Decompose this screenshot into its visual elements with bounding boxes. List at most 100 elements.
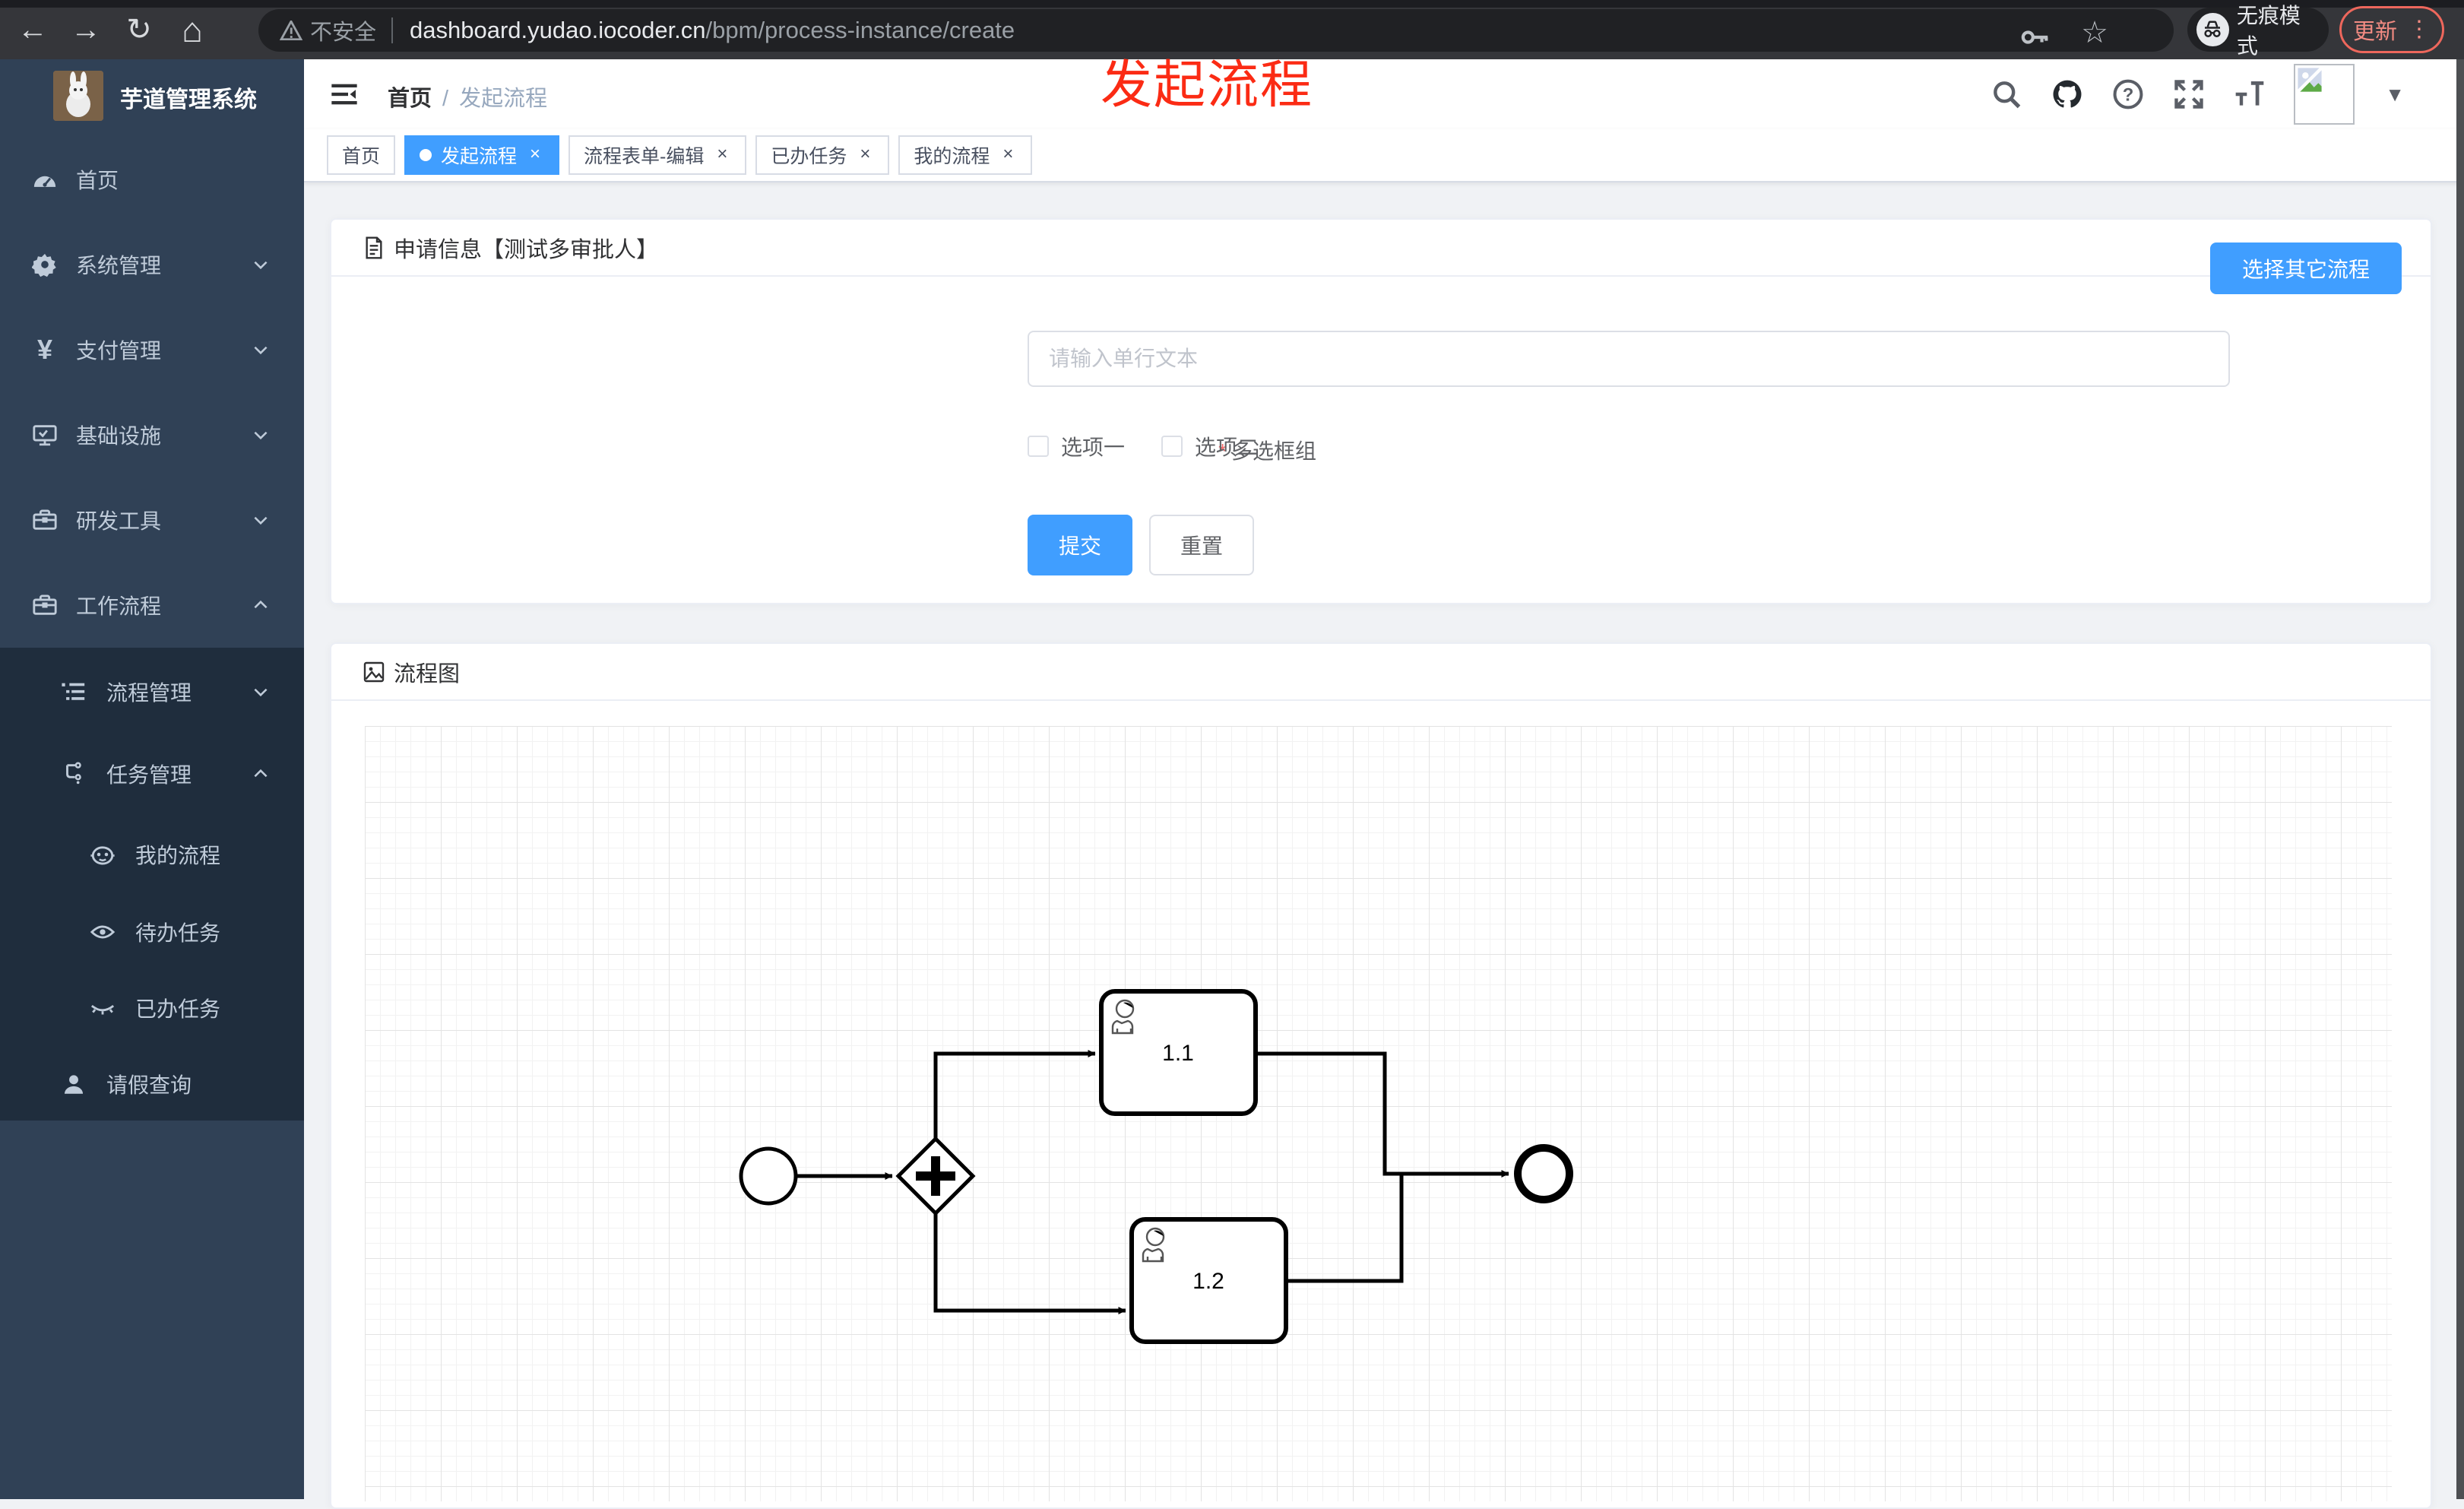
sidebar-item-task-mgmt[interactable]: 任务管理	[0, 733, 304, 815]
page-scrollbar[interactable]	[2456, 59, 2464, 1499]
checkbox-icon	[1161, 436, 1183, 457]
sidebar-item-label: 待办任务	[135, 921, 221, 945]
tag-label: 流程表单-编辑	[584, 146, 705, 167]
chrome-update-button[interactable]: 更新 ⋮	[2339, 6, 2444, 53]
breadcrumb: 首页 / 发起流程	[388, 81, 547, 113]
process-diagram-header: 流程图	[331, 644, 2431, 701]
tags-view-bar: 首页 发起流程 × 流程表单-编辑 × 已办任务 × 我的流程 ×	[304, 129, 2464, 182]
browser-back-icon[interactable]: ←	[14, 11, 52, 49]
sidebar-item-label: 研发工具	[76, 509, 162, 533]
bookmark-star-icon[interactable]: ☆	[2081, 15, 2108, 50]
update-label: 更新	[2352, 20, 2397, 44]
sidebar-item-workflow[interactable]: 工作流程	[0, 563, 304, 648]
submit-button[interactable]: 提交	[1028, 515, 1132, 575]
eye-icon	[90, 925, 116, 939]
browser-reload-icon[interactable]: ↻	[120, 11, 158, 49]
checkbox-option-2[interactable]: 选项二	[1161, 431, 1259, 461]
sidebar-item-label: 流程管理	[106, 681, 192, 705]
bpmn-flow	[933, 1050, 1096, 1139]
gear-icon	[32, 253, 56, 277]
dashboard-icon	[33, 176, 56, 187]
image-icon	[363, 661, 385, 682]
tag-start-process[interactable]: 发起流程 ×	[404, 135, 560, 175]
close-icon[interactable]: ×	[713, 145, 731, 164]
incognito-icon	[2196, 13, 2229, 46]
sidebar-item-system[interactable]: 系统管理	[0, 222, 304, 307]
sidebar-item-leave-query[interactable]: 请假查询	[0, 1046, 304, 1122]
bpmn-canvas[interactable]: 1.1 1.2	[365, 726, 2392, 1501]
close-icon[interactable]: ×	[526, 145, 544, 164]
chevron-down-icon	[254, 346, 268, 355]
close-icon[interactable]: ×	[999, 145, 1017, 164]
chevron-up-icon	[254, 600, 268, 609]
close-icon[interactable]: ×	[856, 145, 874, 164]
sidebar-item-label: 工作流程	[76, 594, 162, 618]
breadcrumb-current: 发起流程	[459, 87, 548, 111]
breadcrumb-separator: /	[442, 87, 449, 111]
tag-process-form-edit[interactable]: 流程表单-编辑 ×	[568, 135, 747, 175]
annotation-text: 发起流程	[1101, 56, 1314, 114]
apply-info-card: 申请信息【测试多审批人】 选择其它流程 *单行文本 *多选框组 选项一 选项二 …	[330, 218, 2432, 604]
sidebar-item-home[interactable]: 首页	[0, 137, 304, 222]
incognito-badge: 无痕模式	[2187, 4, 2329, 58]
font-size-icon[interactable]	[2233, 78, 2266, 111]
bpmn-flow	[1286, 1174, 1404, 1283]
single-line-text-input[interactable]	[1028, 331, 2230, 387]
tag-label: 首页	[342, 146, 381, 167]
eye-closed-icon	[90, 1005, 115, 1015]
avatar[interactable]	[2294, 64, 2355, 125]
document-icon	[366, 236, 382, 259]
sidebar-item-payment[interactable]: ¥ 支付管理	[0, 307, 304, 392]
chevron-down-icon	[254, 261, 268, 270]
sidebar-item-label: 系统管理	[76, 254, 162, 277]
tag-done-tasks[interactable]: 已办任务 ×	[755, 135, 890, 175]
bpmn-flow	[1256, 1051, 1509, 1178]
browser-menu-dots-icon[interactable]: ⋮	[2408, 18, 2431, 41]
sidebar-item-label: 已办任务	[135, 997, 221, 1021]
monitor-icon	[33, 425, 57, 446]
sidebar-item-process-mgmt[interactable]: 流程管理	[0, 651, 304, 733]
breadcrumb-home[interactable]: 首页	[388, 87, 432, 111]
chevron-down-icon	[254, 431, 268, 440]
sidebar-item-my-process[interactable]: 我的流程	[0, 815, 304, 894]
briefcase-icon	[33, 509, 57, 530]
avatar-caret-icon[interactable]: ▼	[2385, 83, 2405, 106]
select-other-process-button[interactable]: 选择其它流程	[2210, 243, 2402, 294]
apply-info-title: 申请信息【测试多审批人】	[394, 237, 659, 262]
search-icon[interactable]	[1990, 78, 2023, 111]
checkbox-group: 选项一 选项二	[1028, 431, 1259, 461]
browser-forward-icon[interactable]: →	[67, 11, 105, 49]
sidebar-item-label: 任务管理	[106, 763, 192, 787]
checkbox-option-1[interactable]: 选项一	[1028, 431, 1125, 461]
browser-home-icon[interactable]: ⌂	[173, 11, 211, 49]
fullscreen-icon[interactable]	[2172, 78, 2206, 111]
chevron-up-icon	[254, 769, 268, 778]
yen-icon: ¥	[36, 334, 53, 365]
sidebar-item-done-tasks[interactable]: 已办任务	[0, 970, 304, 1046]
process-diagram-card: 流程图 1.1 1.2	[330, 642, 2432, 1509]
password-key-icon[interactable]	[2017, 20, 2052, 55]
help-icon[interactable]: ?	[2111, 78, 2145, 111]
bpmn-start-event[interactable]	[739, 1146, 798, 1206]
chevron-down-icon	[254, 688, 268, 697]
sidebar-collapse-icon[interactable]	[329, 79, 359, 109]
sidebar-item-infrastructure[interactable]: 基础设施	[0, 392, 304, 477]
app-title: 芋道管理系统	[120, 87, 257, 113]
task-label: 1.1	[1162, 1041, 1194, 1066]
url-path: /bpm/process-instance/create	[705, 17, 1015, 43]
not-secure-label: 不安全	[310, 21, 377, 45]
browser-tab-strip	[0, 0, 2464, 8]
sidebar-item-todo-tasks[interactable]: 待办任务	[0, 894, 304, 970]
tag-label: 已办任务	[771, 146, 847, 167]
tag-my-process[interactable]: 我的流程 ×	[898, 135, 1033, 175]
reset-button[interactable]: 重置	[1149, 515, 1254, 575]
robot-face-icon	[90, 846, 115, 865]
sidebar-item-label: 请假查询	[106, 1073, 192, 1097]
bpmn-end-event[interactable]	[1514, 1144, 1573, 1203]
user-icon	[64, 1075, 84, 1094]
active-dot-icon	[420, 149, 432, 161]
github-icon[interactable]	[2051, 78, 2084, 111]
tag-home[interactable]: 首页	[327, 135, 396, 175]
url-domain: dashboard.yudao.iocoder.cn	[410, 17, 706, 43]
sidebar-item-dev-tools[interactable]: 研发工具	[0, 477, 304, 563]
